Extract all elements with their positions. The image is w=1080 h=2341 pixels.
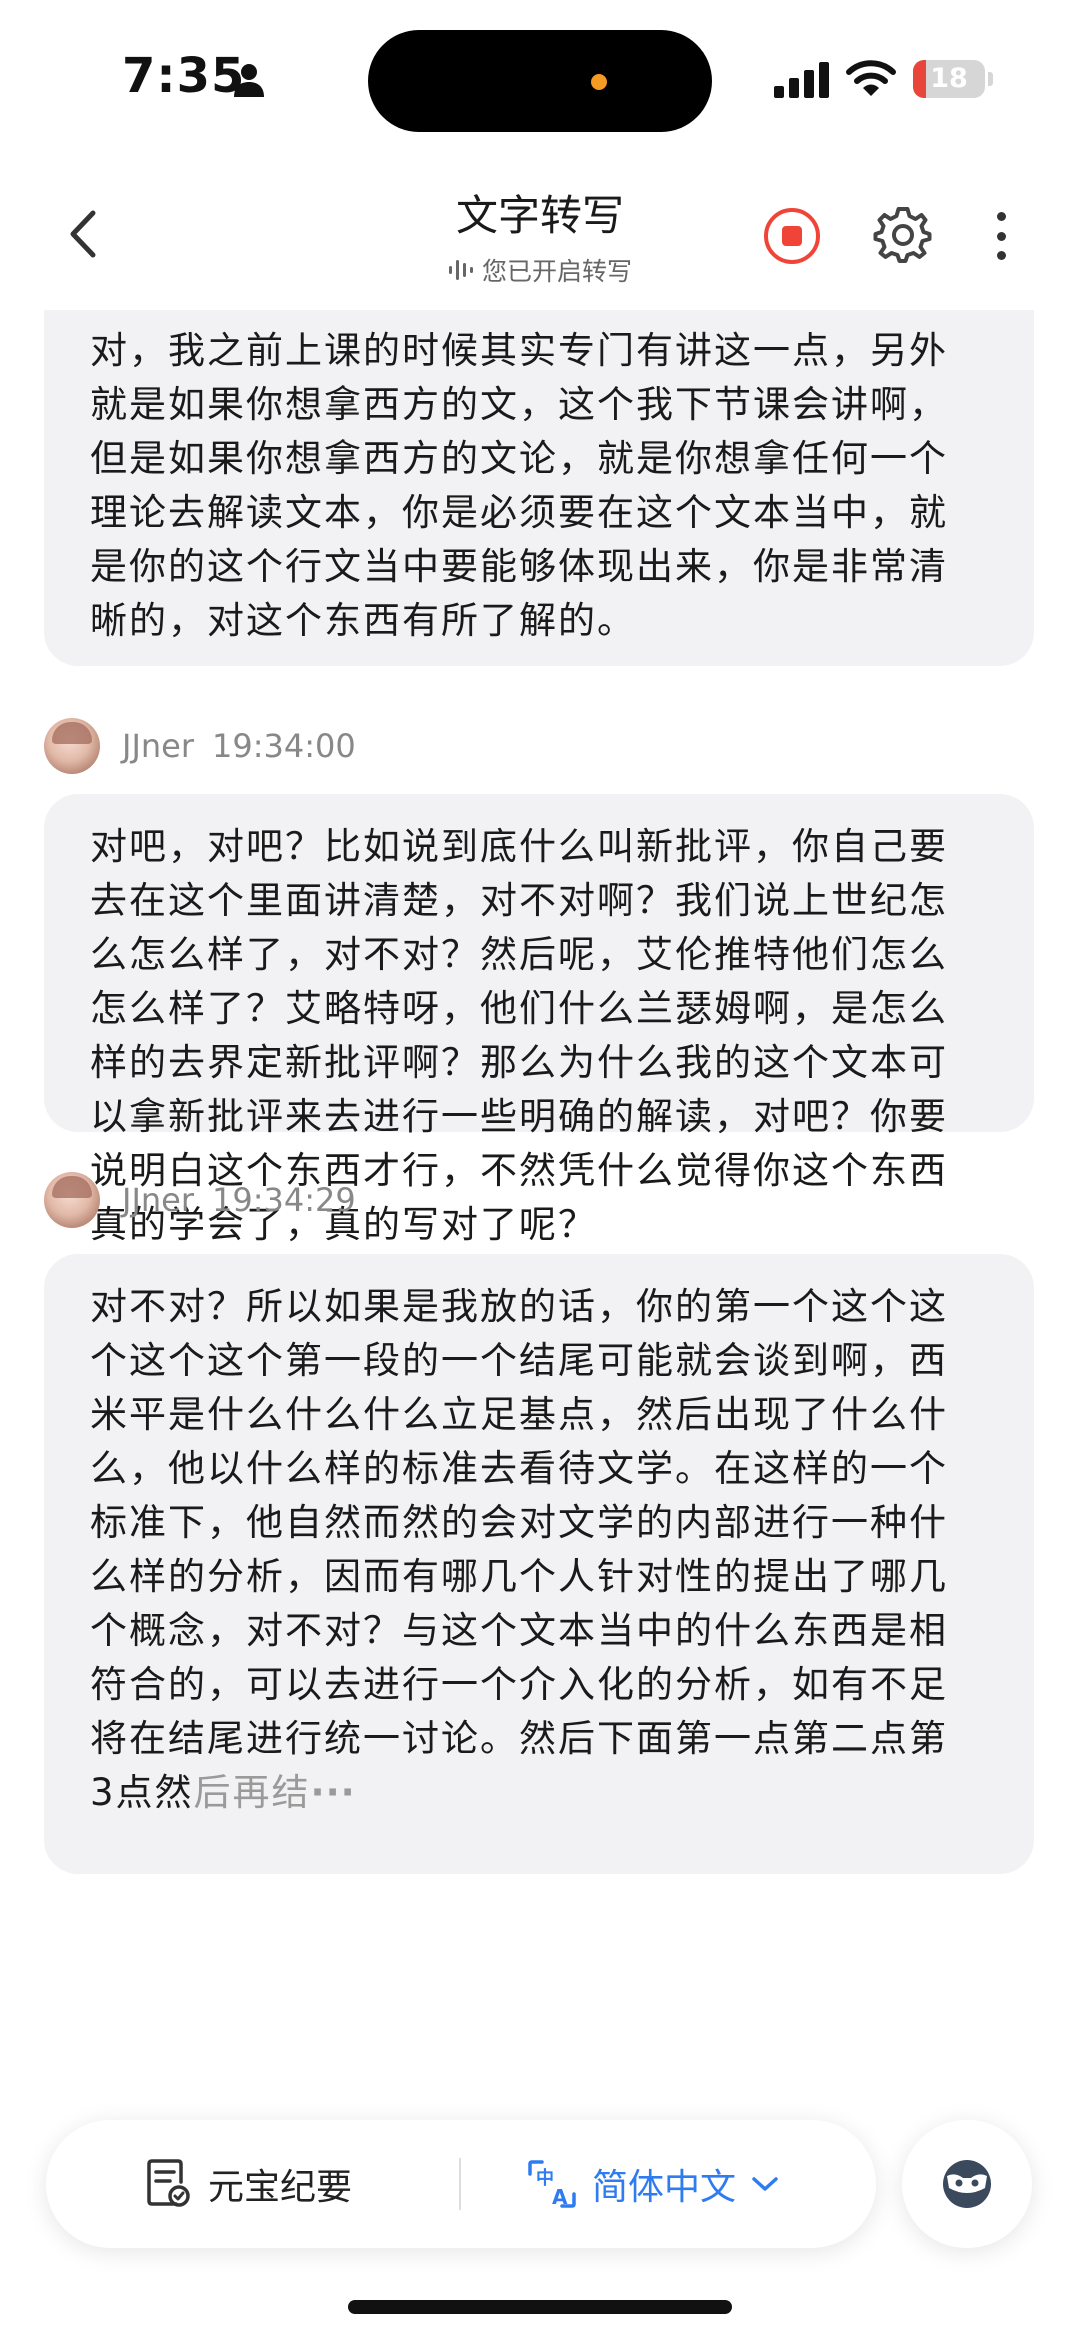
transcript-bubble[interactable]: 对吧，对吧？比如说到底什么叫新批评，你自己要去在这个里面讲清楚，对不对啊？我们说… (44, 794, 1034, 1246)
more-menu-button[interactable] (990, 206, 1012, 266)
transcript-text-pending: 后再结 (193, 1771, 311, 1814)
assistant-button[interactable] (902, 2120, 1032, 2248)
summary-label: 元宝纪要 (208, 2167, 353, 2208)
more-vertical-icon (996, 231, 1006, 241)
more-vertical-icon (996, 212, 1006, 221)
home-indicator[interactable] (348, 2300, 732, 2314)
speaker-row: JJner 19:34:00 (44, 716, 356, 776)
language-label: 简体中文 (592, 2167, 737, 2208)
speaker-timestamp: 19:34:00 (212, 727, 356, 765)
toolbar-divider (459, 2158, 461, 2210)
chevron-down-icon (752, 2177, 778, 2191)
audio-wave-icon (448, 260, 473, 280)
status-bar: 7:35 18 (0, 0, 1080, 160)
speaker-timestamp: 19:34:29 (212, 1181, 356, 1219)
record-stop-icon (782, 226, 802, 246)
speaker-name: JJner (122, 1181, 194, 1219)
cellular-signal-icon (774, 62, 829, 98)
typing-ellipsis-icon: ··· (310, 1771, 356, 1814)
battery-tip (988, 72, 993, 86)
battery-indicator: 18 (913, 60, 985, 98)
transcript-bubble[interactable]: 对不对？所以如果是我放的话，你的第一个这个这个这个这个第一段的一个结尾可能就会谈… (44, 1254, 1034, 1874)
svg-text:A: A (552, 2185, 568, 2209)
wifi-icon (846, 60, 896, 96)
speaker-row: JJner 19:34:29 (44, 1170, 356, 1230)
speaker-name: JJner (122, 727, 194, 765)
avatar (44, 718, 100, 774)
gear-icon[interactable] (872, 204, 934, 266)
transcript-text: 对，我之前上课的时候其实专门有讲这一点，另外就是如果你想拿西方的文，这个我下节课… (90, 329, 948, 642)
avatar (44, 1172, 100, 1228)
document-summary-icon (147, 2159, 190, 2207)
transcript-bubble[interactable]: 对，我之前上课的时候其实专门有讲这一点，另外就是如果你想拿西方的文，这个我下节课… (44, 310, 1034, 666)
person-icon (234, 64, 264, 97)
dynamic-island (368, 30, 712, 132)
translate-icon: 中 A (528, 2160, 576, 2209)
app-header: 文字转写 您已开启转写 (0, 160, 1080, 310)
transcript-text: 对不对？所以如果是我放的话，你的第一个这个这个这个这个第一段的一个结尾可能就会谈… (90, 1280, 970, 1820)
transcript-list[interactable]: 对，我之前上课的时候其实专门有讲这一点，另外就是如果你想拿西方的文，这个我下节课… (0, 310, 1080, 2090)
more-vertical-icon (996, 251, 1006, 260)
summary-button[interactable]: 元宝纪要 (146, 2148, 352, 2220)
status-time: 7:35 (122, 48, 246, 104)
transcript-text-main: 对不对？所以如果是我放的话，你的第一个这个这个这个这个第一段的一个结尾可能就会谈… (90, 1285, 948, 1814)
recording-indicator-dot (591, 74, 607, 90)
transcription-status-label: 您已开启转写 (481, 257, 632, 286)
stop-recording-button[interactable] (764, 208, 820, 264)
language-select[interactable]: 中 A 简体中文 (526, 2148, 780, 2220)
bottom-toolbar: 元宝纪要 中 A 简体中文 (46, 2120, 876, 2248)
battery-level: 18 (930, 63, 968, 94)
assistant-avatar-icon (943, 2160, 991, 2208)
